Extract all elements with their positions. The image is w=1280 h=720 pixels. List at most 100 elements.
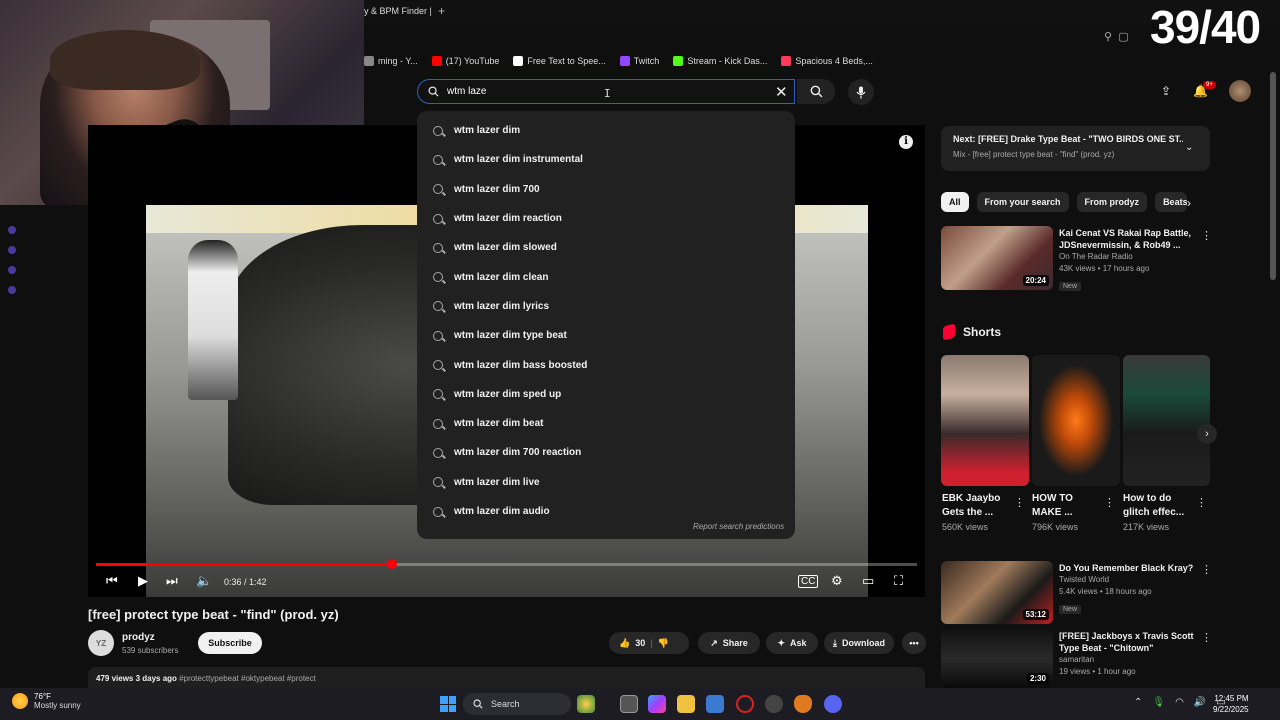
chip-from-channel[interactable]: From prodyz [1076,192,1148,212]
task-view-icon[interactable] [620,695,638,713]
video-thumbnail[interactable]: 2:30 [941,629,1053,688]
thumbs-down-icon[interactable]: 👎 [658,638,669,649]
search-suggestion-item[interactable]: wtm lazer dim type beat [417,321,795,350]
info-icon[interactable]: i [899,135,913,149]
search-suggestion-item[interactable]: wtm lazer dim slowed [417,233,795,262]
system-tray[interactable]: ⌃ 🎙 ◠ 🔊 ▭ [1134,697,1226,708]
sidebar-dot[interactable] [8,246,16,254]
weather-widget[interactable]: 76°F Mostly sunny [12,692,81,710]
short-thumbnail[interactable] [1032,355,1120,486]
more-options-icon[interactable]: ⋮ [1014,496,1025,509]
taskbar-clock[interactable]: 12:45 PM 9/22/2025 [1213,693,1249,715]
recommended-item[interactable]: Kai Cenat VS Rakai Rap Battle, JDSneverm… [1059,227,1199,293]
search-suggestion-item[interactable]: wtm lazer dim clean [417,262,795,291]
bookmark-item[interactable]: Stream - Kick Das... [673,56,767,66]
search-suggestion-item[interactable]: wtm lazer dim [417,116,795,145]
short-thumbnail[interactable] [1123,355,1210,486]
ask-button[interactable]: ✦ Ask [766,632,818,654]
chip-beats[interactable]: Beats [1155,192,1188,212]
taskbar-search[interactable]: Search [463,693,571,715]
browser-tab-title[interactable]: y & BPM Finder | [364,6,432,16]
search-suggestion-item[interactable]: wtm lazer dim bass boosted [417,350,795,379]
fullscreen-icon[interactable]: ⛶ [894,573,903,589]
previous-icon[interactable]: ⏮ [106,573,118,589]
more-options-icon[interactable]: ⋮ [1201,631,1212,644]
short-thumbnail[interactable] [941,355,1029,486]
recommended-item[interactable]: Do You Remember Black Kray? Twisted Worl… [1059,562,1199,616]
volume-icon[interactable]: 🔊 [1194,697,1206,708]
upload-icon[interactable]: ⇪ [1161,84,1171,98]
file-explorer-icon[interactable] [677,695,695,713]
recommended-item[interactable]: [FREE] Jackboys x Travis Scott Type Beat… [1059,630,1199,678]
settings-gear-icon[interactable]: ⚙ [831,573,843,589]
search-suggestion-item[interactable]: wtm lazer dim beat [417,409,795,438]
sidebar-dot[interactable] [8,266,16,274]
discord-icon[interactable] [824,695,842,713]
search-button[interactable] [797,79,835,104]
store-icon[interactable] [706,695,724,713]
chevron-right-icon[interactable]: › [1187,196,1191,210]
like-count[interactable]: 30 [635,638,645,648]
theater-mode-icon[interactable]: ▭ [862,573,874,589]
new-tab-button[interactable]: + [438,4,445,18]
progress-bar[interactable] [96,559,917,569]
download-button[interactable]: ⤓ Download [824,632,894,654]
search-suggestion-item[interactable]: wtm lazer dim sped up [417,380,795,409]
short-item[interactable]: HOW TO MAKE ... 796K views [1032,492,1102,532]
wifi-icon[interactable]: ◠ [1175,697,1184,708]
copilot-icon[interactable] [648,695,666,713]
window-icon[interactable]: ▢ [1118,31,1128,43]
bookmark-item[interactable]: Free Text to Spee... [513,56,606,66]
share-button[interactable]: ↗ Share [698,632,760,654]
sidebar-dot[interactable] [8,286,16,294]
chevron-up-icon[interactable]: ⌃ [1134,697,1142,708]
chip-from-search[interactable]: From your search [976,192,1069,212]
channel-name[interactable]: prodyz [122,632,155,643]
chevron-down-icon[interactable]: ⌄ [1185,142,1193,153]
windows-start-icon[interactable] [440,696,456,712]
account-avatar[interactable] [1229,80,1251,102]
more-options-icon[interactable]: ⋮ [1104,496,1115,509]
browser-toolbar-icons[interactable]: ⚲ ▢ [1104,30,1129,43]
report-search-predictions-link[interactable]: Report search predictions [693,522,784,531]
short-item[interactable]: EBK Jaaybo Gets the ... 560K views [942,492,1012,532]
channel-avatar[interactable]: YZ [88,630,114,656]
page-scrollbar[interactable] [1270,72,1276,280]
more-actions-icon[interactable]: ••• [902,632,926,654]
short-item[interactable]: How to do glitch effec... 217K views [1123,492,1195,532]
chrome-icon[interactable] [765,695,783,713]
microphone-icon[interactable]: 🎙 [1152,697,1165,708]
volume-icon[interactable]: 🔈 [196,573,212,589]
pin-icon[interactable]: ⚲ [1104,31,1112,43]
search-suggestion-item[interactable]: wtm lazer dim live [417,468,795,497]
opera-icon[interactable] [736,695,754,713]
up-next-card[interactable]: Next: [FREE] Drake Type Beat - "TWO BIRD… [941,126,1210,171]
play-icon[interactable]: ▶ [138,573,148,589]
more-options-icon[interactable]: ⋮ [1201,229,1212,242]
more-options-icon[interactable]: ⋮ [1196,496,1207,509]
bookmark-item[interactable]: (17) YouTube [431,56,499,66]
sidebar-dot[interactable] [8,226,16,234]
search-suggestion-item[interactable]: wtm lazer dim 700 [417,175,795,204]
voice-search-button[interactable] [848,79,874,105]
chevron-right-icon[interactable]: › [1197,424,1217,444]
brave-icon[interactable] [794,695,812,713]
next-icon[interactable]: ⏭ [166,573,178,589]
more-options-icon[interactable]: ⋮ [1201,563,1212,576]
search-suggestion-item[interactable]: wtm lazer dim instrumental [417,145,795,174]
video-thumbnail[interactable]: 53:12 [941,561,1053,624]
captions-icon[interactable]: CC [798,575,819,588]
widgets-app-icon[interactable] [577,695,595,713]
clear-search-icon[interactable]: ✕ [775,83,788,101]
search-suggestion-item[interactable]: wtm lazer dim reaction [417,204,795,233]
bookmark-item[interactable]: ming - Y... [364,56,418,66]
bookmark-item[interactable]: Spacious 4 Beds,... [781,56,873,66]
thumbs-up-icon[interactable]: 👍 [619,638,630,649]
video-thumbnail[interactable]: 20:24 [941,226,1053,290]
chip-all[interactable]: All [941,192,969,212]
search-suggestion-item[interactable]: wtm lazer dim 700 reaction [417,438,795,467]
subscribe-button[interactable]: Subscribe [198,632,262,654]
search-suggestion-item[interactable]: wtm lazer dim lyrics [417,292,795,321]
bookmark-item[interactable]: Twitch [619,56,659,66]
description-hashtags[interactable]: #protecttypebeat #oktypebeat #protect [179,674,316,683]
